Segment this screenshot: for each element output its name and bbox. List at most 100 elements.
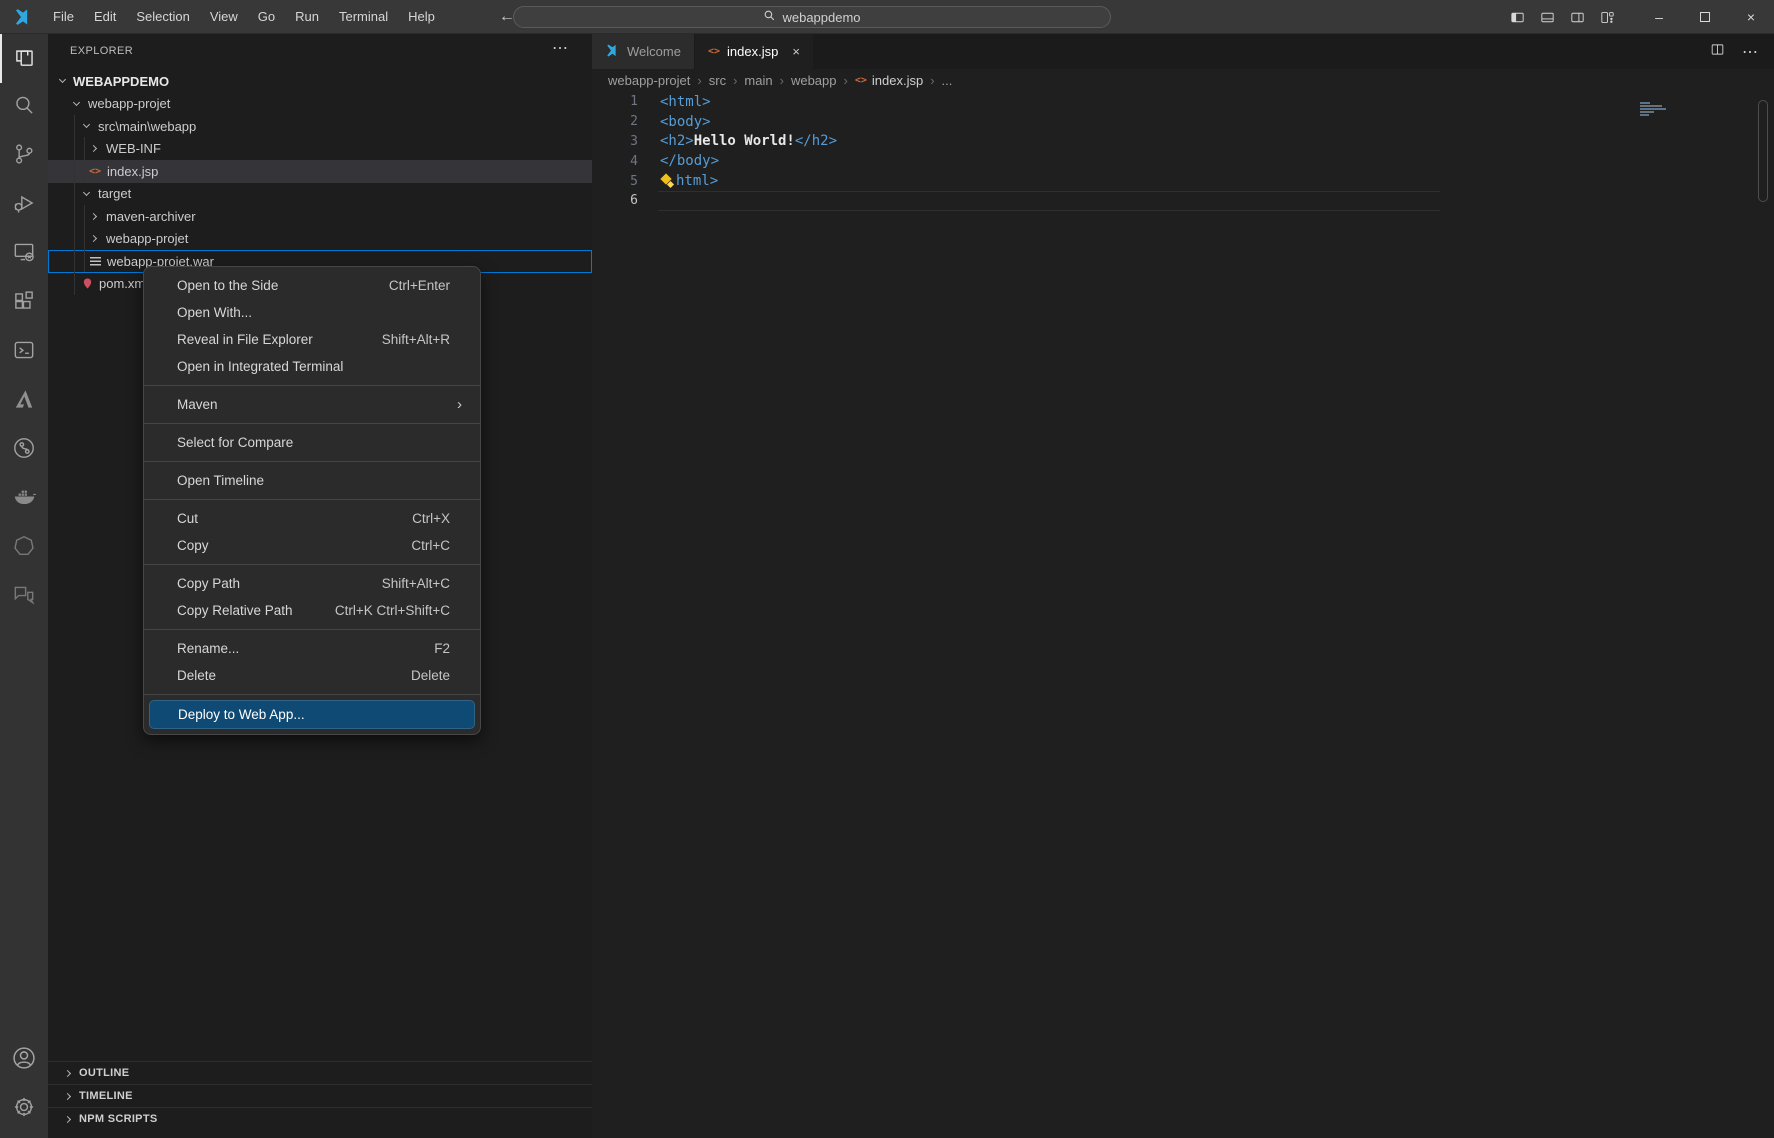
menu-go[interactable]: Go: [248, 0, 285, 34]
close-window-button[interactable]: ×: [1728, 0, 1774, 34]
menu-terminal[interactable]: Terminal: [329, 0, 398, 34]
close-tab-icon[interactable]: ×: [792, 44, 800, 59]
sidebar-item-extensions[interactable]: [0, 279, 48, 328]
code-line: 5 html>: [592, 171, 1774, 191]
vscode-logo-icon: [605, 43, 620, 61]
line-number: 1: [592, 94, 638, 109]
code-line: 1 <html>: [592, 92, 1774, 112]
chevron-right-icon: [60, 1071, 77, 1076]
sidebar-item-explorer[interactable]: [0, 34, 48, 83]
menu-item-open-with[interactable]: Open With...: [144, 299, 480, 326]
menu-item-reveal-in-file-explorer[interactable]: Reveal in File Explorer Shift+Alt+R: [144, 326, 480, 353]
sidebar-item-kubernetes[interactable]: [0, 524, 48, 573]
breadcrumb-item[interactable]: webapp: [791, 73, 837, 88]
menu-item-copy[interactable]: Copy Ctrl+C: [144, 532, 480, 559]
editor-more-actions-icon[interactable]: ⋯: [1742, 42, 1758, 62]
tree-item-web-inf[interactable]: WEB-INF: [48, 138, 592, 161]
sidebar-item-git-graph[interactable]: [0, 426, 48, 475]
menu-file[interactable]: File: [43, 0, 84, 34]
menu-item-select-for-compare[interactable]: Select for Compare: [144, 429, 480, 456]
tree-item-target[interactable]: target: [48, 183, 592, 206]
toggle-secondary-sidebar-icon[interactable]: [1562, 0, 1592, 34]
menu-separator: [144, 629, 480, 630]
breadcrumb-item[interactable]: ...: [942, 73, 953, 88]
section-label: TIMELINE: [79, 1090, 133, 1102]
menu-selection[interactable]: Selection: [126, 0, 199, 34]
menu-item-deploy-to-web-app[interactable]: Deploy to Web App...: [149, 700, 475, 729]
menu-item-copy-path[interactable]: Copy Path Shift+Alt+C: [144, 570, 480, 597]
shortcut: F2: [434, 641, 450, 656]
menu-item-cut[interactable]: Cut Ctrl+X: [144, 505, 480, 532]
tab-index-jsp[interactable]: <> index.jsp ×: [695, 34, 813, 69]
menu-edit[interactable]: Edit: [84, 0, 126, 34]
chevron-right-icon: [86, 146, 103, 151]
tree-item-src-main-webapp[interactable]: src\main\webapp: [48, 115, 592, 138]
tree-root-webappdemo[interactable]: WEBAPPDEMO: [48, 70, 592, 93]
window-controls: – ×: [1502, 0, 1774, 34]
tab-label: index.jsp: [727, 44, 778, 59]
code-editor[interactable]: 1 <html> 2 <body> 3 <h2>Hello World!</h2…: [592, 91, 1774, 211]
sidebar-item-comments[interactable]: [0, 573, 48, 622]
tree-item-maven-archiver[interactable]: maven-archiver: [48, 205, 592, 228]
breadcrumb-item-file[interactable]: <> index.jsp: [855, 73, 923, 88]
sidebar-item-source-control[interactable]: [0, 132, 48, 181]
menu-item-maven[interactable]: Maven ›: [144, 391, 480, 418]
breadcrumb-item[interactable]: webapp-projet: [608, 73, 690, 88]
chevron-right-icon: ›: [780, 73, 784, 88]
chevron-down-icon: [68, 103, 85, 105]
tree-item-webapp-projet-folder[interactable]: webapp-projet: [48, 228, 592, 251]
account-icon: [10, 1044, 38, 1077]
indent-guide: [74, 115, 75, 295]
editor-scrollbar[interactable]: [1758, 100, 1768, 202]
git-graph-icon: [11, 435, 37, 466]
sidebar-item-azure[interactable]: [0, 377, 48, 426]
menu-help[interactable]: Help: [398, 0, 445, 34]
section-npm-scripts[interactable]: NPM SCRIPTS: [48, 1107, 592, 1130]
menu-item-open-in-integrated-terminal[interactable]: Open in Integrated Terminal: [144, 353, 480, 380]
chevron-down-icon: [78, 125, 95, 127]
tree-item-webapp-projet[interactable]: webapp-projet: [48, 93, 592, 116]
context-menu: Open to the Side Ctrl+Enter Open With...…: [143, 266, 481, 735]
search-view-icon: [11, 92, 37, 123]
accounts-button[interactable]: [0, 1036, 48, 1085]
split-editor-icon[interactable]: [1709, 41, 1726, 63]
sidebar-item-run-debug[interactable]: [0, 181, 48, 230]
section-outline[interactable]: OUTLINE: [48, 1061, 592, 1084]
tree-item-index-jsp[interactable]: <> index.jsp: [48, 160, 592, 183]
maximize-button[interactable]: [1682, 0, 1728, 34]
breadcrumb-item[interactable]: src: [709, 73, 726, 88]
tab-welcome[interactable]: Welcome: [592, 34, 694, 69]
menu-item-delete[interactable]: Delete Delete: [144, 662, 480, 689]
tab-bar: Welcome <> index.jsp × ⋯: [592, 34, 1774, 69]
sidebar-item-search[interactable]: [0, 83, 48, 132]
war-file-icon: [86, 257, 104, 266]
copilot-sparkle-icon[interactable]: [660, 174, 676, 188]
customize-layout-icon[interactable]: [1592, 0, 1622, 34]
menu-item-copy-relative-path[interactable]: Copy Relative Path Ctrl+K Ctrl+Shift+C: [144, 597, 480, 624]
minimize-button[interactable]: –: [1636, 0, 1682, 34]
sidebar-item-docker[interactable]: [0, 475, 48, 524]
tree-item-label: target: [98, 186, 131, 201]
search-input[interactable]: webappdemo: [513, 6, 1111, 28]
menu-view[interactable]: View: [200, 0, 248, 34]
sidebar-item-terminal-view[interactable]: [0, 328, 48, 377]
section-label: OUTLINE: [79, 1067, 129, 1079]
toggle-panel-icon[interactable]: [1532, 0, 1562, 34]
breadcrumb-item[interactable]: main: [744, 73, 772, 88]
chevron-down-icon: [78, 193, 95, 195]
menu-item-open-to-the-side[interactable]: Open to the Side Ctrl+Enter: [144, 272, 480, 299]
toggle-sidebar-icon[interactable]: [1502, 0, 1532, 34]
menu-item-open-timeline[interactable]: Open Timeline: [144, 467, 480, 494]
tree-item-label: webapp-projet: [106, 231, 188, 246]
explorer-more-actions-icon[interactable]: ⋯: [552, 38, 568, 58]
sidebar-item-remote-explorer[interactable]: [0, 230, 48, 279]
menu-item-rename[interactable]: Rename... F2: [144, 635, 480, 662]
section-timeline[interactable]: TIMELINE: [48, 1084, 592, 1107]
minimap[interactable]: [1640, 102, 1666, 116]
menu-run[interactable]: Run: [285, 0, 329, 34]
search-value: webappdemo: [782, 10, 860, 25]
settings-button[interactable]: [0, 1085, 48, 1134]
chevron-right-icon: ›: [733, 73, 737, 88]
remote-explorer-icon: [11, 239, 37, 270]
jsp-file-icon: <>: [86, 166, 104, 177]
